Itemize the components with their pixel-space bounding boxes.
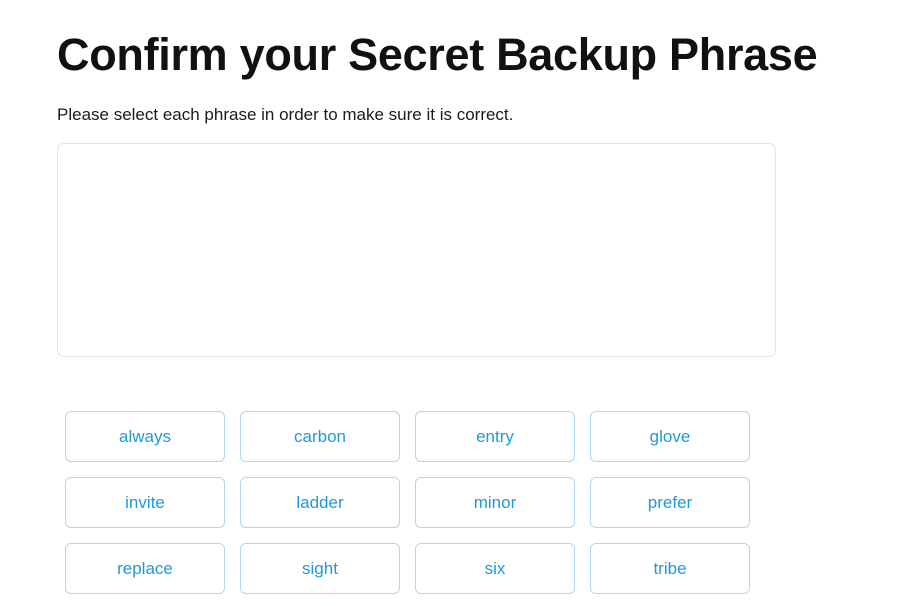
word-button[interactable]: invite	[65, 477, 225, 528]
word-button[interactable]: entry	[415, 411, 575, 462]
word-button[interactable]: six	[415, 543, 575, 594]
word-button-grid: always carbon entry glove invite ladder minor p…	[65, 411, 750, 594]
word-button[interactable]: tribe	[590, 543, 750, 594]
word-button[interactable]: prefer	[590, 477, 750, 528]
page-subtitle: Please select each phrase in order to ma…	[57, 105, 514, 124]
word-button[interactable]: always	[65, 411, 225, 462]
selected-phrase-box[interactable]	[57, 143, 776, 357]
word-button[interactable]: ladder	[240, 477, 400, 528]
word-button[interactable]: minor	[415, 477, 575, 528]
word-button[interactable]: carbon	[240, 411, 400, 462]
confirm-backup-phrase-page: Confirm your Secret Backup Phrase Please…	[0, 0, 920, 606]
word-button[interactable]: glove	[590, 411, 750, 462]
word-button[interactable]: replace	[65, 543, 225, 594]
page-title: Confirm your Secret Backup Phrase	[57, 29, 818, 81]
word-button[interactable]: sight	[240, 543, 400, 594]
